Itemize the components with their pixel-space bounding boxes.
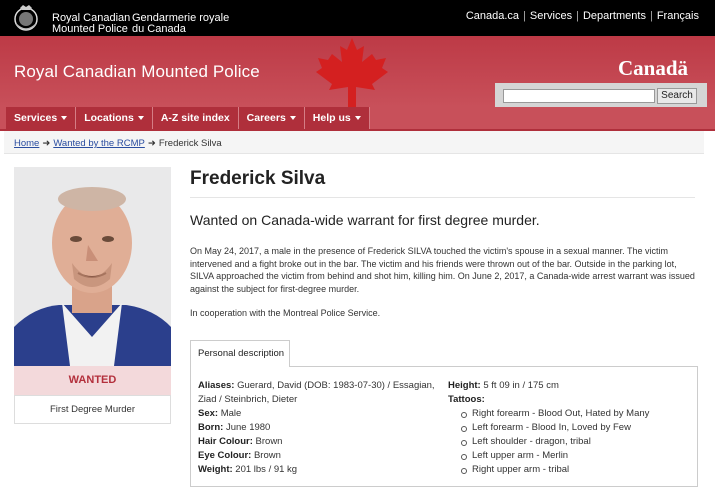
weight-value: 201 lbs / 91 kg [235,464,298,475]
sex-label: Sex: [198,408,219,419]
case-description: On May 24, 2017, a male in the presence … [190,246,695,294]
list-item: Right forearm - Blood Out, Hated by Many [448,407,649,421]
nav-item-locations[interactable]: Locations [76,107,153,129]
sex-row: Sex: Male [198,407,241,421]
nav-item-careers[interactable]: Careers [238,107,305,129]
francais-link[interactable]: Français [657,10,699,22]
aliases-row-cont: Ziad / Steinbrich, Dieter [198,393,297,407]
hair-label: Hair Colour: [198,436,253,447]
aliases-value-cont: Ziad / Steinbrich, Dieter [198,394,298,405]
separator: | [576,10,579,22]
tattoos-heading: Tattoos: [448,393,485,407]
top-links: Canada.ca | Services | Departments | Français [466,10,699,22]
breadcrumb-wanted[interactable]: Wanted by the RCMP [53,138,145,149]
born-label: Born: [198,422,224,433]
services-link[interactable]: Services [530,10,572,22]
rcmp-crest-icon [14,5,38,31]
main-nav: Services Locations A-Z site index Career… [6,107,370,129]
status-badge: WANTED [14,366,171,395]
nav-item-services[interactable]: Services [6,107,77,129]
chevron-down-icon [137,116,144,121]
hair-row: Hair Colour: Brown [198,435,282,449]
born-row: Born: June 1980 [198,421,270,435]
search-button[interactable]: Search [657,88,697,104]
aliases-label: Aliases: [198,380,235,391]
charge-label: First Degree Murder [14,395,171,424]
height-value: 5 ft 09 in / 175 cm [483,380,559,391]
list-item: Left forearm - Blood In, Loved by Few [448,421,649,435]
nav-item-help-us[interactable]: Help us [304,107,370,129]
list-item: Left shoulder - dragon, tribal [448,435,649,449]
height-label: Height: [448,380,481,391]
nav-item-az-index[interactable]: A-Z site index [152,107,239,129]
suspect-photo [14,167,171,366]
departments-link[interactable]: Departments [583,10,646,22]
hair-value: Brown [255,436,283,447]
page-subtitle: Wanted on Canada-wide warrant for first … [190,212,540,228]
tattoos-label: Tattoos: [448,394,485,405]
breadcrumb-home[interactable]: Home [14,138,39,149]
breadcrumb: Home ➜ Wanted by the RCMP ➜ Frederick Silva [14,138,222,149]
eye-value: Brown [253,450,281,461]
tab-personal-description[interactable]: Personal description [190,340,290,367]
arrow-right-icon: ➜ [42,138,51,149]
site-title[interactable]: Royal Canadian Mounted Police [14,62,260,82]
cooperation-note: In cooperation with the Montreal Police … [190,308,381,318]
page-title: Frederick Silva [190,168,326,189]
separator: | [649,10,653,22]
suspect-photo-image [14,167,171,366]
title-divider [190,197,695,198]
list-item: Right upper arm - tribal [448,463,649,477]
chevron-down-icon [354,116,361,121]
eye-row: Eye Colour: Brown [198,449,281,463]
eye-label: Eye Colour: [198,450,252,461]
weight-row: Weight: 201 lbs / 91 kg [198,463,297,477]
height-row: Height: 5 ft 09 in / 175 cm [448,379,559,393]
aliases-value: Guerard, David (DOB: 1983-07-30) / Essag… [237,380,435,391]
born-value: June 1980 [225,422,271,433]
aliases-row: Aliases: Guerard, David (DOB: 1983-07-30… [198,379,435,393]
chevron-down-icon [289,116,296,121]
chevron-down-icon [61,116,68,121]
top-bar: Royal Canadian Mounted Police Gendarmeri… [0,0,715,36]
search-input[interactable] [503,89,655,103]
org-name-en[interactable]: Royal Canadian Mounted Police [52,13,130,35]
list-item: Left upper arm - Merlin [448,449,649,463]
separator: | [523,10,526,22]
maple-leaf-icon [316,38,388,107]
canada-wordmark: Canadä [618,56,689,80]
breadcrumb-current: Frederick Silva [158,138,222,149]
tattoo-list: Right forearm - Blood Out, Hated by Many… [448,407,649,477]
sex-value: Male [220,408,242,419]
canada-ca-link[interactable]: Canada.ca [466,10,519,22]
weight-label: Weight: [198,464,233,475]
org-name-fr[interactable]: Gendarmerie royale du Canada [132,13,229,35]
arrow-right-icon: ➜ [147,138,156,149]
